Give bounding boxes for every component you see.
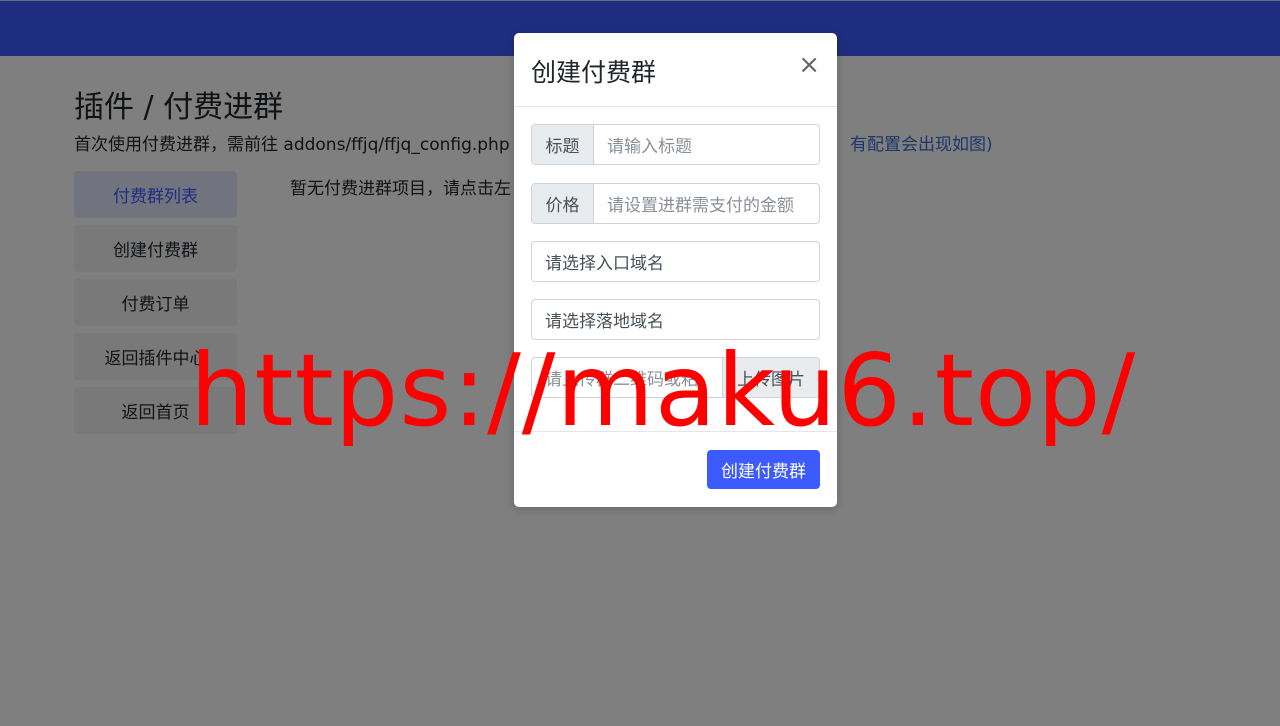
- title-addon: 标题: [532, 125, 594, 164]
- title-input[interactable]: 请输入标题: [594, 125, 819, 164]
- title-input-group: 标题 请输入标题: [531, 124, 820, 165]
- entry-domain-select[interactable]: 请选择入口域名: [531, 241, 820, 282]
- modal-header: 创建付费群 ×: [514, 33, 837, 107]
- watermark-text: https://maku6.top/: [190, 332, 1137, 449]
- create-paid-group-button[interactable]: 创建付费群: [707, 450, 820, 489]
- entry-domain-text: 请选择入口域名: [545, 254, 664, 274]
- modal-title: 创建付费群: [531, 58, 657, 87]
- price-input-group: 价格 请设置进群需支付的金额: [531, 183, 820, 224]
- close-icon[interactable]: ×: [798, 52, 820, 78]
- price-addon: 价格: [532, 184, 594, 223]
- price-input[interactable]: 请设置进群需支付的金额: [594, 184, 819, 223]
